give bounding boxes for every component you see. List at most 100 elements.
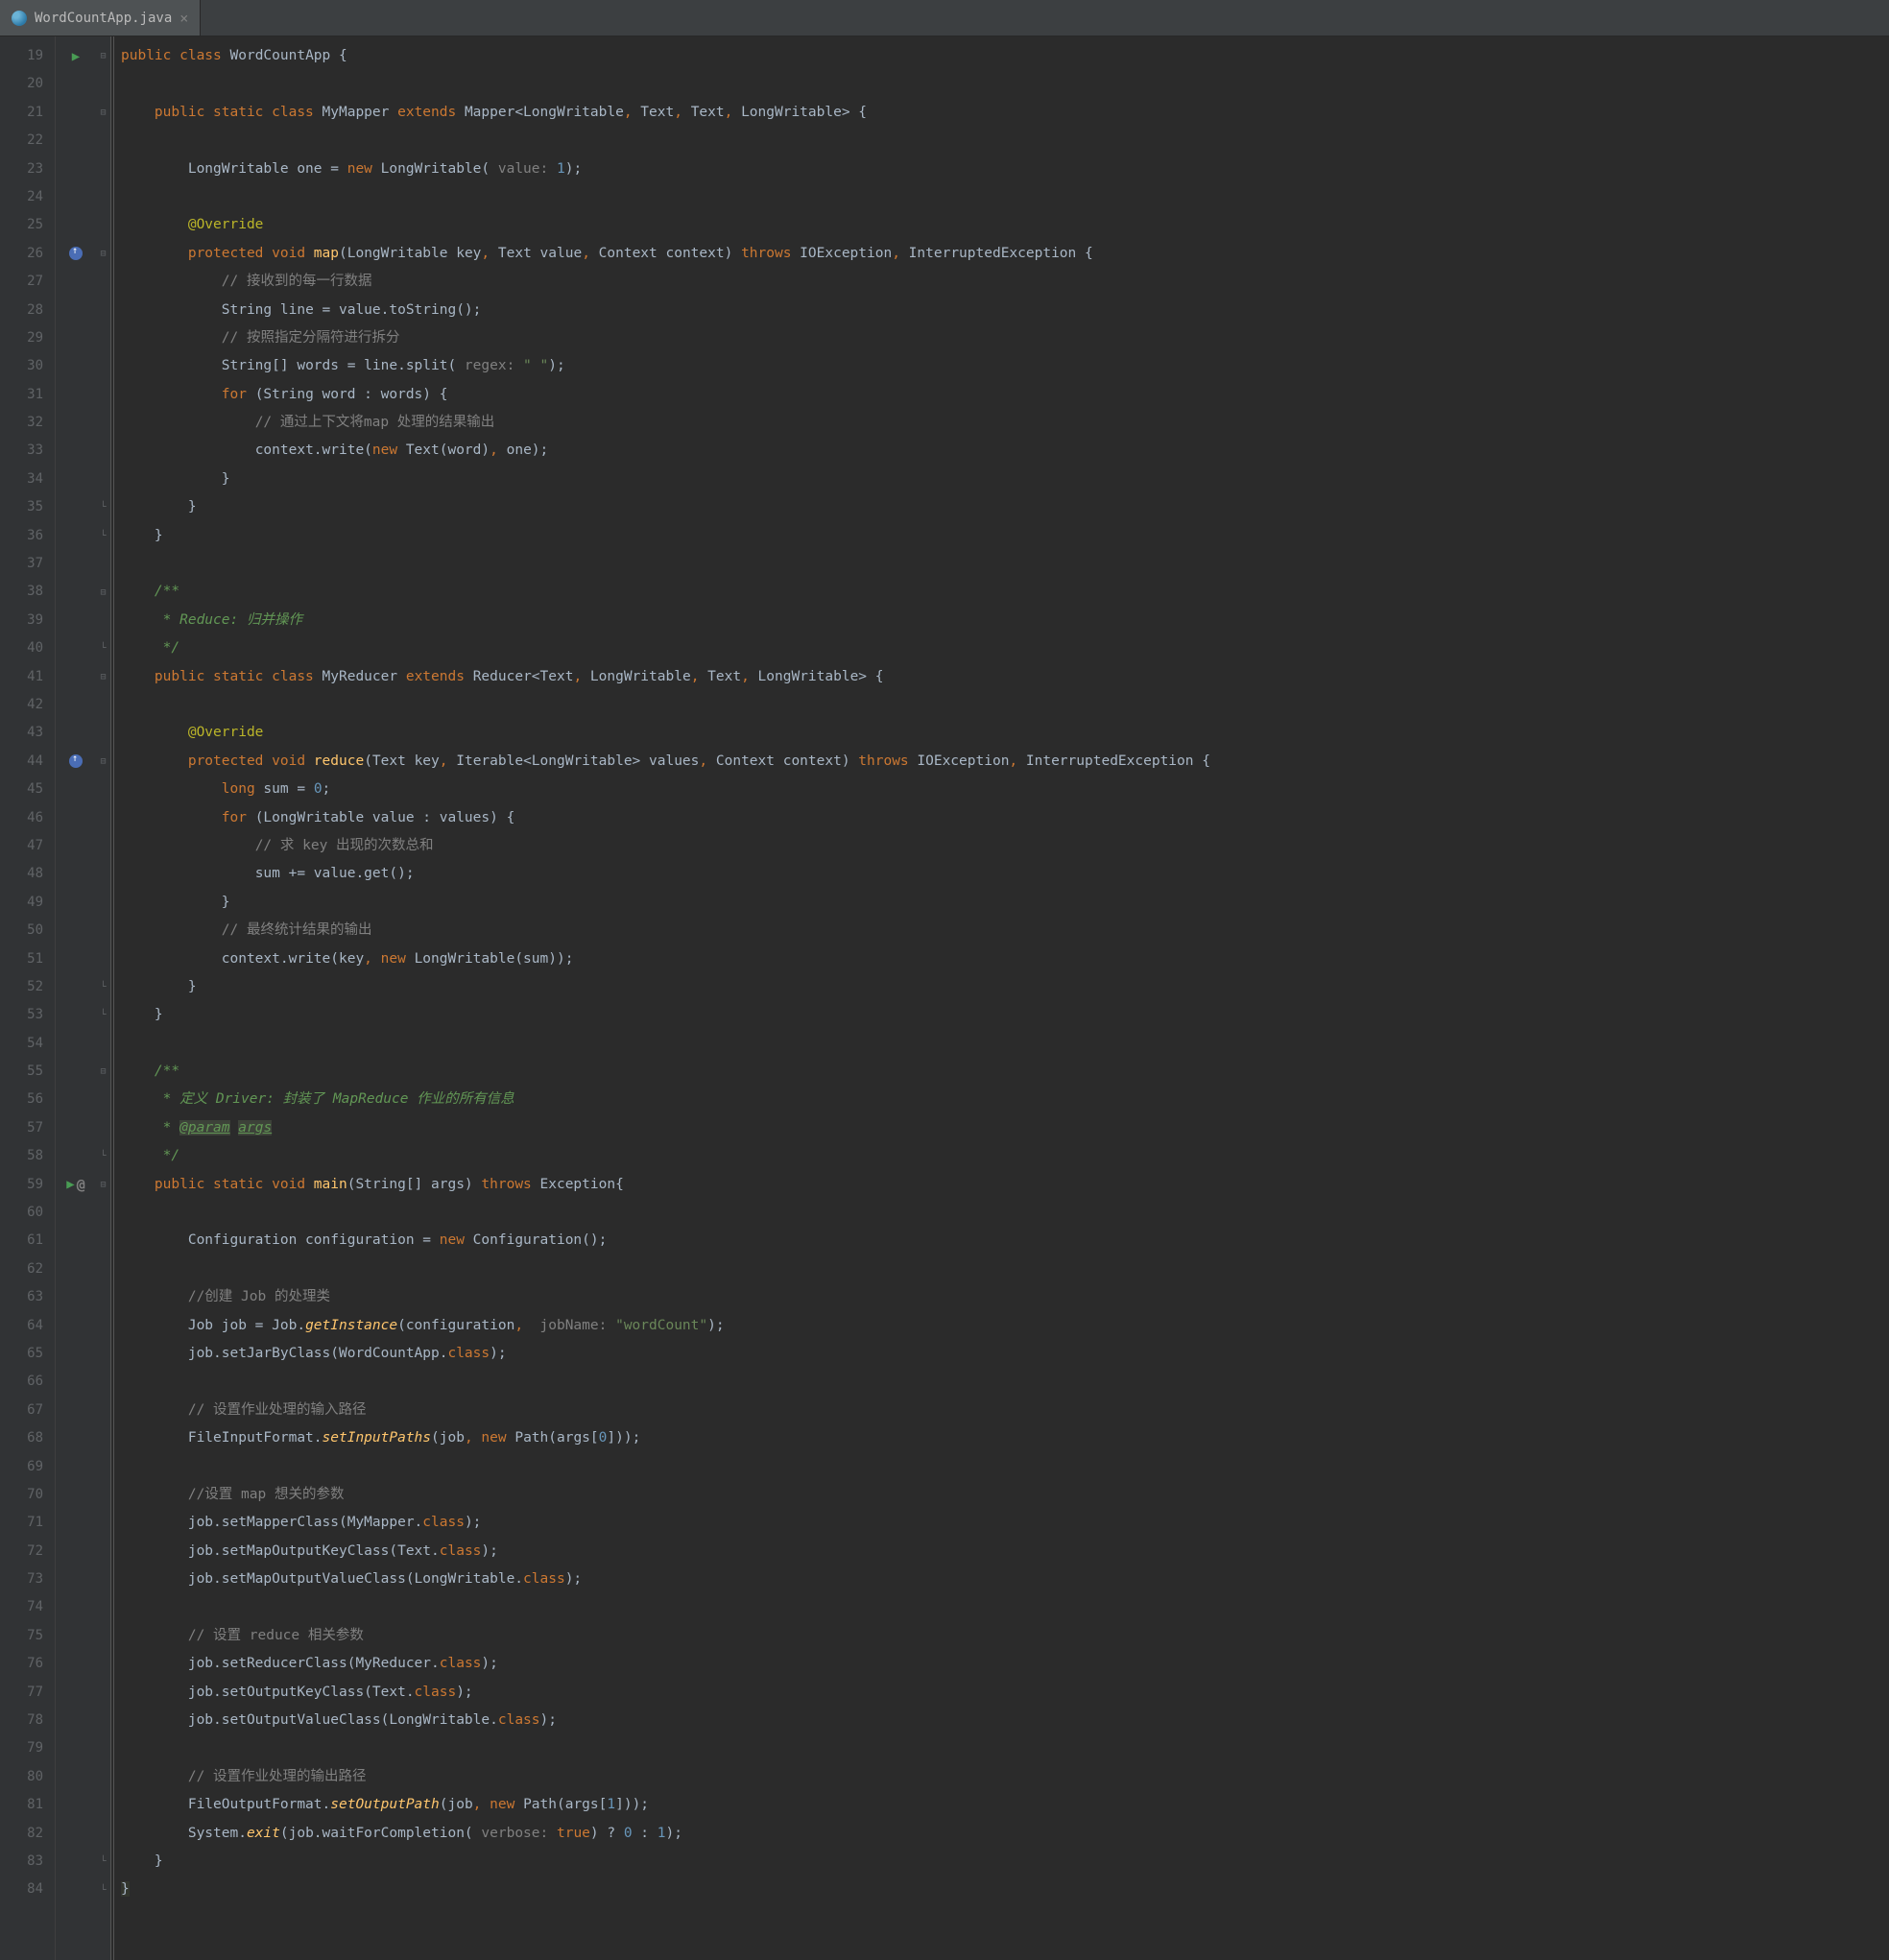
code-line[interactable]: LongWritable one = new LongWritable( val… xyxy=(121,155,1889,183)
fold-marker[interactable]: └ xyxy=(96,973,110,1001)
override-icon[interactable] xyxy=(69,247,83,260)
code-line[interactable]: job.setJarByClass(WordCountApp.class); xyxy=(121,1340,1889,1368)
code-line[interactable]: sum += value.get(); xyxy=(121,860,1889,888)
run-icon[interactable]: ▶ xyxy=(72,49,80,64)
fold-marker[interactable] xyxy=(96,1030,110,1058)
code-line[interactable] xyxy=(121,1453,1889,1481)
fold-marker[interactable] xyxy=(96,719,110,747)
code-line[interactable] xyxy=(121,1368,1889,1396)
code-area[interactable]: public class WordCountApp { public stati… xyxy=(111,36,1889,1960)
fold-marker[interactable] xyxy=(96,1763,110,1791)
code-line[interactable]: // 设置作业处理的输入路径 xyxy=(121,1397,1889,1424)
code-line[interactable]: System.exit(job.waitForCompletion( verbo… xyxy=(121,1820,1889,1848)
code-line[interactable]: protected void map(LongWritable key, Tex… xyxy=(121,240,1889,268)
code-line[interactable]: } xyxy=(121,493,1889,521)
code-line[interactable]: job.setMapOutputKeyClass(Text.class); xyxy=(121,1538,1889,1566)
code-line[interactable]: /** xyxy=(121,578,1889,606)
fold-marker[interactable] xyxy=(96,1086,110,1113)
code-line[interactable]: for (LongWritable value : values) { xyxy=(121,804,1889,832)
fold-marker[interactable] xyxy=(96,550,110,578)
code-line[interactable]: job.setReducerClass(MyReducer.class); xyxy=(121,1650,1889,1678)
fold-marker[interactable] xyxy=(96,1707,110,1734)
fold-marker[interactable] xyxy=(96,155,110,183)
code-line[interactable]: job.setOutputValueClass(LongWritable.cla… xyxy=(121,1707,1889,1734)
code-line[interactable]: public static class MyMapper extends Map… xyxy=(121,99,1889,127)
fold-marker[interactable] xyxy=(96,297,110,324)
code-line[interactable]: for (String word : words) { xyxy=(121,381,1889,409)
fold-marker[interactable]: ⊟ xyxy=(96,1171,110,1199)
fold-marker[interactable] xyxy=(96,1538,110,1566)
code-line[interactable]: public static class MyReducer extends Re… xyxy=(121,663,1889,691)
code-line[interactable]: @Override xyxy=(121,719,1889,747)
fold-marker[interactable] xyxy=(96,1791,110,1819)
code-line[interactable]: Job job = Job.getInstance(configuration,… xyxy=(121,1312,1889,1340)
fold-marker[interactable] xyxy=(96,127,110,155)
code-line[interactable]: // 求 key 出现的次数总和 xyxy=(121,832,1889,860)
fold-marker[interactable] xyxy=(96,268,110,296)
fold-marker[interactable] xyxy=(96,1199,110,1227)
code-line[interactable]: @Override xyxy=(121,211,1889,239)
fold-marker[interactable] xyxy=(96,211,110,239)
fold-marker[interactable]: ⊟ xyxy=(96,663,110,691)
fold-marker[interactable] xyxy=(96,691,110,719)
fold-marker[interactable] xyxy=(96,381,110,409)
code-line[interactable]: // 最终统计结果的输出 xyxy=(121,917,1889,944)
code-line[interactable]: protected void reduce(Text key, Iterable… xyxy=(121,748,1889,776)
code-line[interactable]: } xyxy=(121,1848,1889,1876)
code-line[interactable]: //创建 Job 的处理类 xyxy=(121,1283,1889,1311)
code-line[interactable]: job.setOutputKeyClass(Text.class); xyxy=(121,1679,1889,1707)
code-line[interactable]: * 定义 Driver: 封装了 MapReduce 作业的所有信息 xyxy=(121,1086,1889,1113)
fold-marker[interactable] xyxy=(96,352,110,380)
fold-marker[interactable]: ⊟ xyxy=(96,578,110,606)
fold-marker[interactable] xyxy=(96,1424,110,1452)
fold-marker[interactable] xyxy=(96,183,110,211)
code-line[interactable]: */ xyxy=(121,1142,1889,1170)
fold-marker[interactable]: ⊟ xyxy=(96,240,110,268)
fold-marker[interactable] xyxy=(96,1283,110,1311)
code-line[interactable] xyxy=(121,1255,1889,1283)
code-line[interactable]: } xyxy=(121,466,1889,493)
code-line[interactable]: // 接收到的每一行数据 xyxy=(121,268,1889,296)
code-line[interactable]: public static void main(String[] args) t… xyxy=(121,1171,1889,1199)
code-line[interactable] xyxy=(121,1734,1889,1762)
fold-marker[interactable] xyxy=(96,1820,110,1848)
code-line[interactable]: FileInputFormat.setInputPaths(job, new P… xyxy=(121,1424,1889,1452)
close-icon[interactable]: × xyxy=(179,10,188,27)
code-line[interactable]: String line = value.toString(); xyxy=(121,297,1889,324)
code-line[interactable]: FileOutputFormat.setOutputPath(job, new … xyxy=(121,1791,1889,1819)
fold-marker[interactable] xyxy=(96,1453,110,1481)
fold-marker[interactable] xyxy=(96,70,110,98)
fold-marker[interactable] xyxy=(96,437,110,465)
code-line[interactable]: job.setMapperClass(MyMapper.class); xyxy=(121,1509,1889,1537)
fold-marker[interactable] xyxy=(96,1255,110,1283)
fold-marker[interactable] xyxy=(96,776,110,803)
fold-marker[interactable]: └ xyxy=(96,493,110,521)
fold-marker[interactable]: └ xyxy=(96,522,110,550)
fold-marker[interactable] xyxy=(96,1650,110,1678)
fold-marker[interactable]: └ xyxy=(96,634,110,662)
fold-marker[interactable] xyxy=(96,804,110,832)
fold-marker[interactable] xyxy=(96,1622,110,1650)
code-line[interactable]: } xyxy=(121,1876,1889,1903)
code-line[interactable]: // 设置作业处理的输出路径 xyxy=(121,1763,1889,1791)
code-line[interactable] xyxy=(121,70,1889,98)
fold-marker[interactable] xyxy=(96,1227,110,1255)
fold-marker[interactable]: └ xyxy=(96,1848,110,1876)
fold-marker[interactable]: └ xyxy=(96,1001,110,1029)
fold-marker[interactable]: ⊟ xyxy=(96,42,110,70)
fold-marker[interactable] xyxy=(96,1734,110,1762)
code-line[interactable]: * Reduce: 归并操作 xyxy=(121,607,1889,634)
fold-marker[interactable] xyxy=(96,1114,110,1142)
fold-marker[interactable] xyxy=(96,1481,110,1509)
fold-marker[interactable] xyxy=(96,917,110,944)
override-icon[interactable] xyxy=(69,754,83,768)
fold-marker[interactable] xyxy=(96,466,110,493)
code-line[interactable] xyxy=(121,1199,1889,1227)
fold-marker[interactable] xyxy=(96,1593,110,1621)
fold-marker[interactable] xyxy=(96,889,110,917)
code-line[interactable] xyxy=(121,691,1889,719)
fold-marker[interactable] xyxy=(96,860,110,888)
fold-marker[interactable]: ⊟ xyxy=(96,99,110,127)
fold-marker[interactable]: └ xyxy=(96,1876,110,1903)
code-line[interactable]: } xyxy=(121,1001,1889,1029)
